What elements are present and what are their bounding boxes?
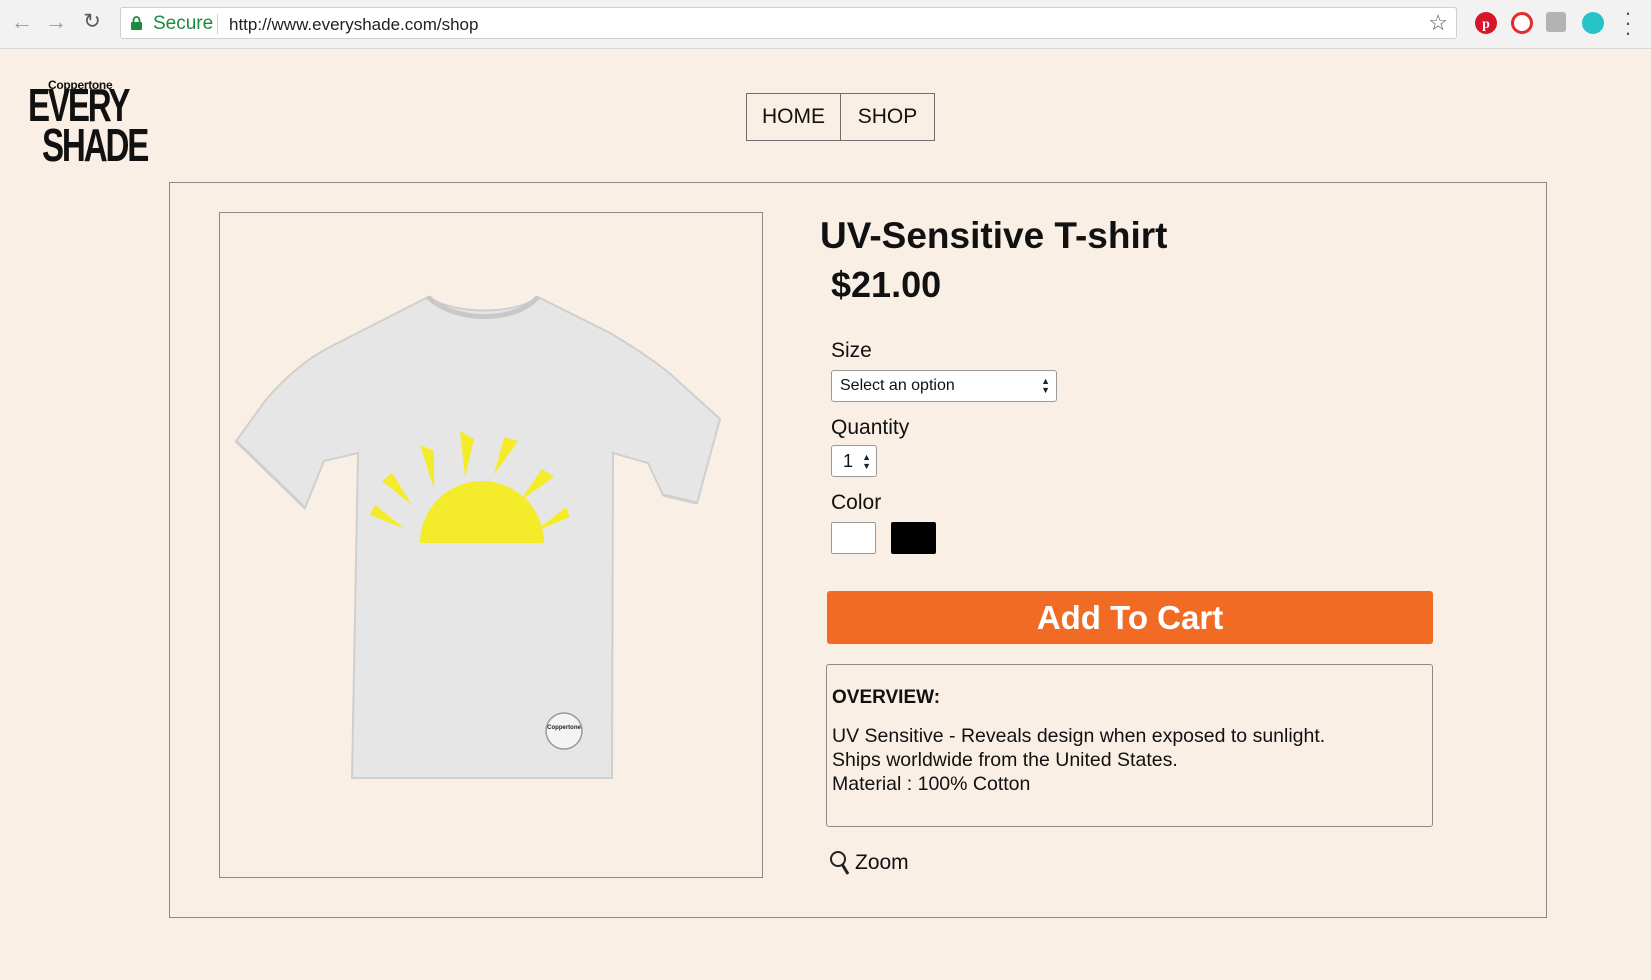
everyshade-logo[interactable]: Coppertone EVERY SHADE — [28, 78, 149, 170]
nav-home-link[interactable]: HOME — [747, 94, 841, 140]
browser-toolbar: ← → ↻ Secure http://www.everyshade.com/s… — [0, 0, 1651, 49]
overview-line: Material : 100% Cotton — [832, 773, 1031, 795]
quantity-stepper[interactable]: 1 ▲ ▼ — [831, 445, 877, 477]
size-label: Size — [831, 339, 872, 362]
secure-label: Secure — [153, 13, 214, 34]
main-nav: HOME SHOP — [746, 93, 935, 141]
forward-arrow-icon[interactable]: → — [44, 10, 68, 34]
overview-heading: OVERVIEW: — [832, 687, 941, 708]
overview-box: OVERVIEW: UV Sensitive - Reveals design … — [826, 664, 1433, 827]
address-divider — [217, 14, 218, 34]
magnifier-icon — [830, 851, 850, 875]
reload-icon[interactable]: ↻ — [80, 10, 104, 34]
shirt-patch-label: Coppertone — [547, 725, 581, 731]
product-title: UV-Sensitive T-shirt — [820, 215, 1168, 256]
zoom-link[interactable]: Zoom — [829, 850, 909, 876]
product-image-frame: Coppertone — [219, 212, 763, 878]
back-arrow-icon[interactable]: ← — [10, 10, 34, 34]
size-select[interactable]: Select an option ▲ ▼ — [831, 370, 1057, 402]
color-swatch-black[interactable] — [891, 522, 936, 554]
bookmark-star-icon[interactable]: ☆ — [1428, 10, 1448, 36]
tshirt-image[interactable]: Coppertone — [220, 213, 762, 877]
size-select-value: Select an option — [840, 377, 955, 394]
select-arrows-icon: ▲ ▼ — [1041, 376, 1050, 395]
profile-extension-icon[interactable] — [1582, 12, 1604, 34]
overview-line: UV Sensitive - Reveals design when expos… — [832, 725, 1326, 747]
svg-text:p: p — [1482, 17, 1490, 32]
pocket-extension-icon[interactable] — [1546, 12, 1566, 32]
stepper-arrows-icon: ▲ ▼ — [862, 452, 871, 471]
overview-line: Ships worldwide from the United States. — [832, 749, 1178, 771]
nav-shop-link[interactable]: SHOP — [841, 94, 934, 140]
quantity-value: 1 — [843, 451, 854, 471]
pinterest-extension-icon[interactable]: p — [1475, 12, 1497, 34]
browser-menu-icon[interactable]: · · · — [1622, 2, 1634, 44]
zoom-label: Zoom — [855, 851, 909, 874]
color-swatch-white[interactable] — [831, 522, 876, 554]
quantity-label: Quantity — [831, 416, 910, 439]
address-bar[interactable]: Secure http://www.everyshade.com/shop ☆ — [120, 7, 1457, 39]
opera-extension-icon[interactable] — [1511, 12, 1533, 34]
color-label: Color — [831, 491, 882, 514]
lock-icon — [131, 16, 142, 30]
url-text[interactable]: http://www.everyshade.com/shop — [229, 15, 478, 35]
add-to-cart-button[interactable]: Add To Cart — [827, 591, 1433, 644]
logo-line-shade: SHADE — [42, 119, 149, 171]
product-price: $21.00 — [831, 264, 942, 305]
